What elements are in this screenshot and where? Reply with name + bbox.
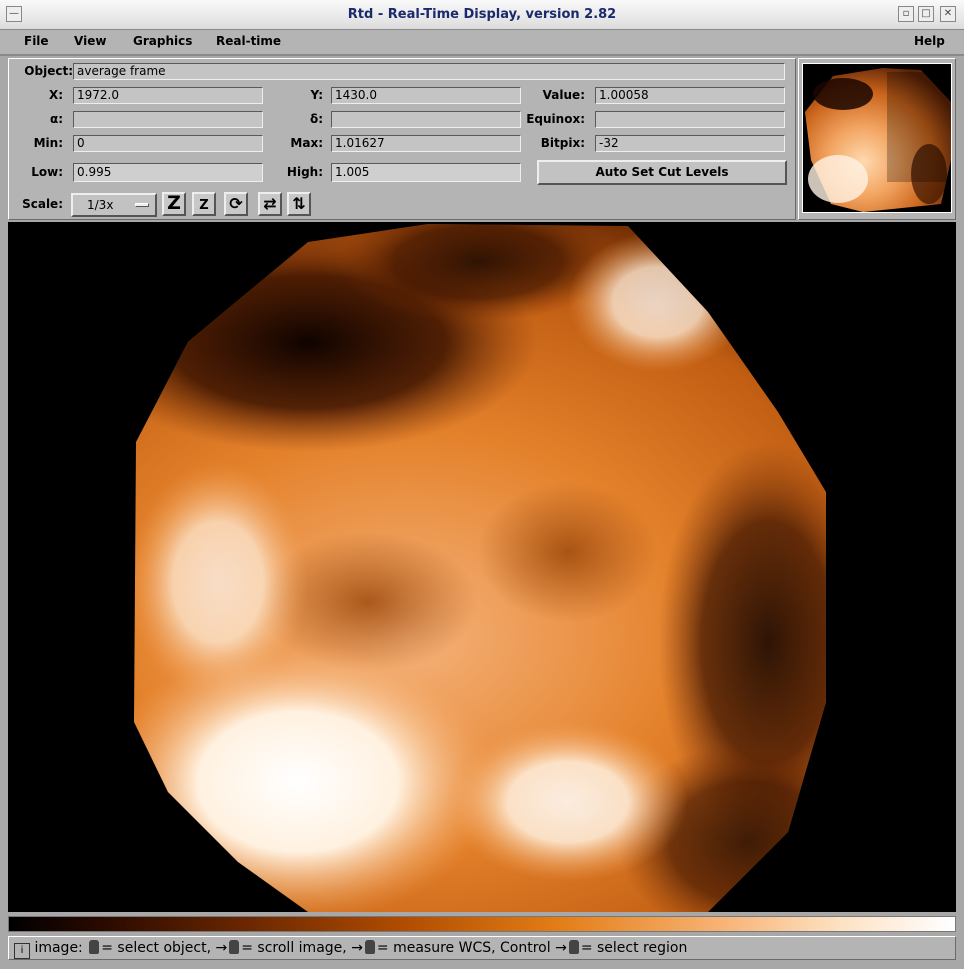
object-field[interactable]: average frame xyxy=(73,63,785,80)
status-bar: i image: = select object, → = scroll imag… xyxy=(8,936,956,960)
bitpix-field[interactable]: -32 xyxy=(595,135,785,152)
zoom-out-icon: Z xyxy=(199,198,209,213)
high-input[interactable]: 1.005 xyxy=(331,163,521,182)
image-display[interactable] xyxy=(8,222,956,912)
object-label: Object: xyxy=(24,64,73,78)
value-field[interactable]: 1.00058 xyxy=(595,87,785,104)
menu-bar: File View Graphics Real-time Help xyxy=(0,30,964,56)
max-label: Max: xyxy=(290,136,323,150)
rotate-icon: ⟳ xyxy=(229,194,243,213)
flip-x-icon: ⇄ xyxy=(263,194,277,213)
x-field[interactable]: 1972.0 xyxy=(73,87,263,104)
mouse-right-icon xyxy=(364,940,375,954)
y-label: Y: xyxy=(310,88,323,102)
low-label: Low: xyxy=(31,165,63,179)
status-scroll-image: = scroll image, xyxy=(241,940,347,956)
flip-x-button[interactable]: ⇄ xyxy=(258,192,282,216)
minimize-icon[interactable]: ▫ xyxy=(898,6,914,22)
info-icon: i xyxy=(14,943,30,959)
info-panel: Object: average frame X: 1972.0 Y: 1430.… xyxy=(8,58,796,220)
status-select-region: = select region xyxy=(580,940,688,956)
menu-view[interactable]: View xyxy=(74,34,106,48)
alpha-field[interactable] xyxy=(73,111,263,128)
menu-help[interactable]: Help xyxy=(914,34,945,48)
arrow-icon: → xyxy=(555,940,567,956)
panner-view[interactable] xyxy=(802,63,952,213)
maximize-icon[interactable]: □ xyxy=(918,6,934,22)
menu-file[interactable]: File xyxy=(24,34,49,48)
bitpix-label: Bitpix: xyxy=(540,136,585,150)
scale-label: Scale: xyxy=(22,197,63,211)
flip-y-button[interactable]: ⇅ xyxy=(287,192,311,216)
min-field[interactable]: 0 xyxy=(73,135,263,152)
status-prefix: image: xyxy=(34,940,83,956)
option-menu-indicator-icon xyxy=(135,203,149,207)
alpha-label: α: xyxy=(49,112,63,126)
delta-field[interactable] xyxy=(331,111,521,128)
flip-y-icon: ⇅ xyxy=(292,194,306,213)
arrow-icon: → xyxy=(215,940,228,956)
zoom-in-button[interactable]: Z xyxy=(162,192,186,216)
title-bar: — Rtd - Real-Time Display, version 2.82 … xyxy=(0,0,964,30)
delta-label: δ: xyxy=(309,112,323,126)
scale-menu-button[interactable]: 1/3x xyxy=(71,193,157,217)
value-label: Value: xyxy=(542,88,585,102)
scale-value: 1/3x xyxy=(87,198,114,212)
image-canvas xyxy=(134,224,826,912)
zoom-out-button[interactable]: Z xyxy=(192,192,216,216)
equinox-label: Equinox: xyxy=(526,112,585,126)
mouse-control-icon xyxy=(568,940,579,954)
min-label: Min: xyxy=(33,136,63,150)
window-title: Rtd - Real-Time Display, version 2.82 xyxy=(347,7,617,22)
mouse-middle-icon xyxy=(229,940,240,954)
colorbar xyxy=(8,916,956,932)
close-icon[interactable]: ✕ xyxy=(940,6,956,22)
menu-graphics[interactable]: Graphics xyxy=(133,34,192,48)
menu-realtime[interactable]: Real-time xyxy=(216,34,281,48)
low-input[interactable]: 0.995 xyxy=(73,163,263,182)
panner-image xyxy=(805,68,951,212)
mouse-left-icon xyxy=(89,940,100,954)
max-field[interactable]: 1.01627 xyxy=(331,135,521,152)
arrow-icon: → xyxy=(351,940,363,956)
auto-set-cut-levels-button[interactable]: Auto Set Cut Levels xyxy=(537,160,787,185)
x-label: X: xyxy=(48,88,63,102)
status-measure-wcs: = measure WCS, Control xyxy=(376,940,551,956)
rotate-button[interactable]: ⟳ xyxy=(224,192,248,216)
y-field[interactable]: 1430.0 xyxy=(331,87,521,104)
zoom-in-icon: Z xyxy=(167,192,181,214)
high-label: High: xyxy=(286,165,323,179)
status-select-object: = select object, xyxy=(101,940,212,956)
equinox-field[interactable] xyxy=(595,111,785,128)
panner xyxy=(798,58,956,220)
